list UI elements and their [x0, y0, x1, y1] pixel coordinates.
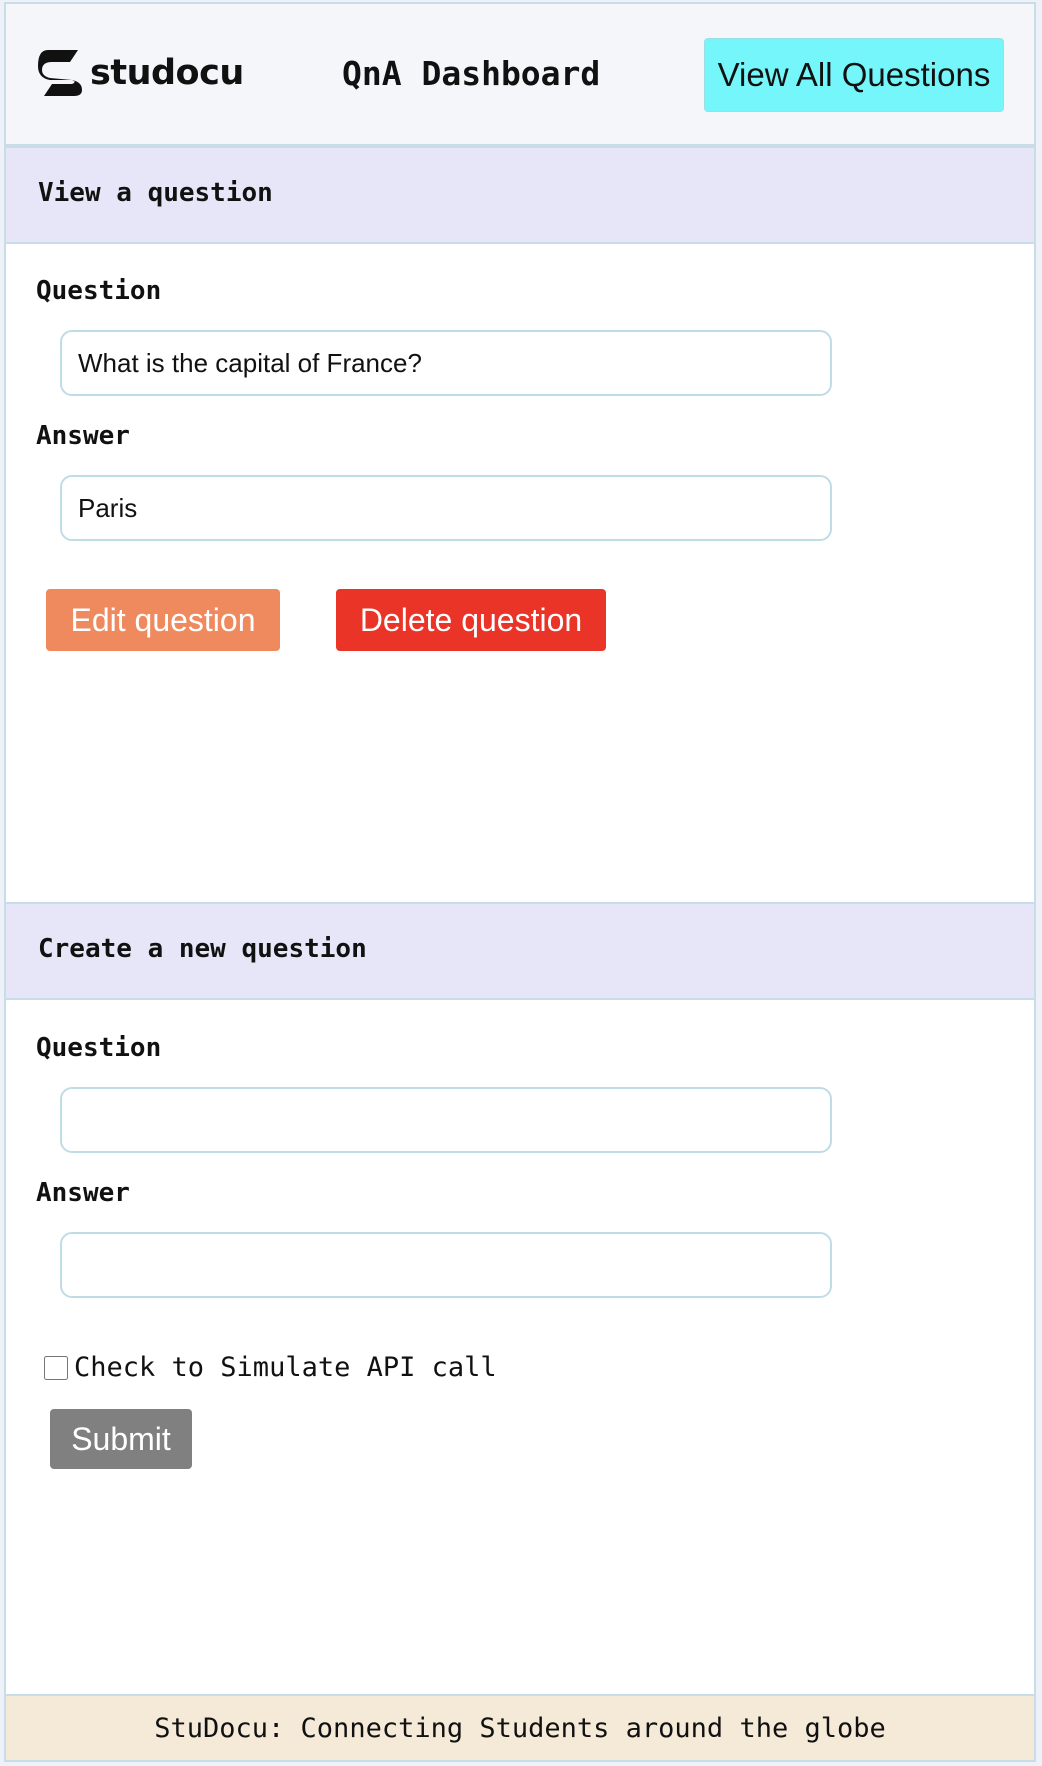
create-question-section-header: Create a new question — [6, 902, 1034, 1000]
header: studocu QnA Dashboard View All Questions — [6, 4, 1034, 146]
new-question-input[interactable] — [60, 1087, 832, 1153]
answer-label: Answer — [36, 421, 130, 451]
qna-dashboard: studocu QnA Dashboard View All Questions… — [4, 2, 1036, 1762]
edit-question-button[interactable]: Edit question — [46, 589, 280, 651]
view-question-section-header: View a question — [6, 146, 1034, 244]
delete-question-button[interactable]: Delete question — [336, 589, 606, 651]
section-title: Create a new question — [38, 934, 367, 964]
logo[interactable]: studocu — [38, 48, 244, 98]
view-all-questions-button[interactable]: View All Questions — [704, 38, 1004, 112]
section-title: View a question — [38, 178, 273, 208]
submit-button[interactable]: Submit — [50, 1409, 192, 1469]
new-answer-label: Answer — [36, 1178, 130, 1208]
footer-text: StuDocu: Connecting Students around the … — [154, 1712, 886, 1744]
new-answer-input[interactable] — [60, 1232, 832, 1298]
new-question-label: Question — [36, 1033, 162, 1063]
studocu-logo-icon — [38, 50, 82, 96]
question-label: Question — [36, 276, 162, 306]
view-answer-input[interactable] — [60, 475, 832, 541]
page-title: QnA Dashboard — [342, 54, 601, 93]
simulate-api-checkbox[interactable] — [44, 1355, 68, 1380]
logo-text: studocu — [90, 53, 244, 93]
footer: StuDocu: Connecting Students around the … — [6, 1694, 1034, 1760]
view-question-input[interactable] — [60, 330, 832, 396]
simulate-api-row: Check to Simulate API call — [44, 1352, 497, 1383]
simulate-api-label[interactable]: Check to Simulate API call — [74, 1352, 497, 1383]
